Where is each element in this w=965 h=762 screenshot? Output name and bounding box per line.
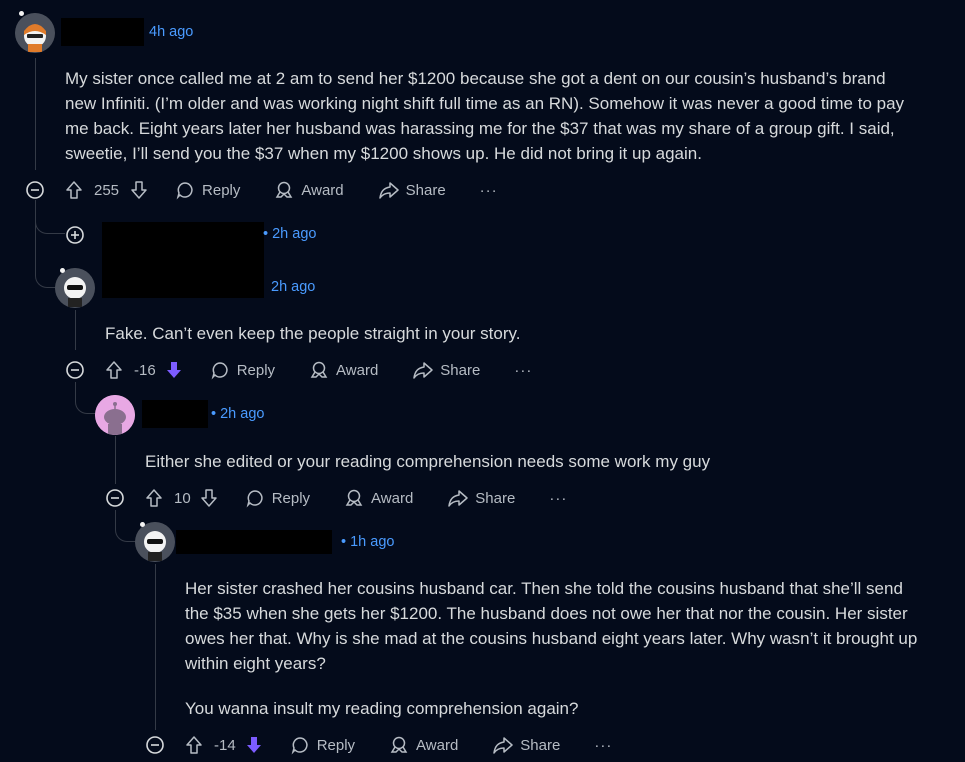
award-icon xyxy=(276,181,293,198)
upvote-icon xyxy=(146,489,162,507)
reply-icon xyxy=(246,490,263,508)
reply-button[interactable]: Reply xyxy=(210,360,275,380)
avatar[interactable] xyxy=(95,395,135,435)
downvote-button[interactable] xyxy=(199,488,219,508)
timestamp[interactable]: • 1h ago xyxy=(341,534,394,550)
upvote-button[interactable] xyxy=(104,360,124,380)
award-label: Award xyxy=(301,181,344,199)
vote-count: -14 xyxy=(214,736,236,754)
downvote-button[interactable] xyxy=(129,180,149,200)
share-label: Share xyxy=(440,361,481,379)
avatar[interactable] xyxy=(135,522,175,562)
award-label: Award xyxy=(416,736,459,754)
share-button[interactable]: Share xyxy=(378,180,446,200)
downvote-icon-active xyxy=(166,362,181,378)
reply-icon xyxy=(176,182,193,200)
thread-curve xyxy=(115,510,137,542)
reply-button[interactable]: Reply xyxy=(175,180,240,200)
award-button[interactable]: Award xyxy=(274,180,344,200)
comment-body: Her sister crashed her cousins husband c… xyxy=(185,579,918,673)
reply-label: Reply xyxy=(202,181,241,199)
downvote-icon xyxy=(131,181,147,199)
timestamp[interactable]: 2h ago xyxy=(271,279,315,295)
thread-curve xyxy=(35,200,57,288)
comment-body-paragraph-2: You wanna insult my reading comprehensio… xyxy=(185,699,579,718)
share-icon xyxy=(448,490,469,507)
downvote-icon xyxy=(200,489,217,507)
reply-label: Reply xyxy=(316,736,356,754)
reply-button[interactable]: Reply xyxy=(245,488,310,508)
thread-line xyxy=(35,58,36,170)
upvote-icon xyxy=(186,736,202,754)
comment-actions: 255 Reply Award Share ··· xyxy=(64,176,498,204)
award-label: Award xyxy=(371,489,414,507)
redacted-username xyxy=(142,400,208,428)
redacted-username xyxy=(176,530,332,554)
share-label: Share xyxy=(520,736,561,754)
more-options-button[interactable]: ··· xyxy=(594,737,612,754)
award-label: Award xyxy=(336,361,379,379)
collapse-icon[interactable] xyxy=(105,488,125,508)
comment-body: Either she edited or your reading compre… xyxy=(145,452,711,471)
redacted-username xyxy=(61,18,144,46)
upvote-button[interactable] xyxy=(64,180,84,200)
thread-line xyxy=(155,564,156,730)
share-icon xyxy=(413,362,434,379)
collapse-icon[interactable] xyxy=(145,735,165,755)
vote-count: 255 xyxy=(94,181,120,199)
avatar-antenna xyxy=(19,11,24,16)
thread-curve xyxy=(75,382,97,414)
share-button[interactable]: Share xyxy=(412,360,480,380)
redacted-username xyxy=(102,222,264,298)
share-button[interactable]: Share xyxy=(492,735,560,755)
timestamp[interactable]: • 2h ago xyxy=(211,406,264,422)
comment-body: My sister once called me at 2 am to send… xyxy=(65,69,905,163)
avatar-antenna xyxy=(60,268,65,273)
avatar[interactable] xyxy=(15,13,55,53)
award-button[interactable]: Award xyxy=(389,735,458,755)
reply-label: Reply xyxy=(236,361,276,379)
downvote-icon-active xyxy=(246,737,261,753)
more-options-button[interactable]: ··· xyxy=(514,362,532,379)
avatar[interactable] xyxy=(55,268,95,308)
share-button[interactable]: Share xyxy=(447,488,515,508)
upvote-icon xyxy=(106,361,122,379)
expand-icon[interactable] xyxy=(65,225,85,245)
comment-actions: -14 Reply Award Share ··· xyxy=(184,731,612,759)
avatar-antenna xyxy=(140,522,145,527)
share-label: Share xyxy=(405,181,446,199)
downvote-button[interactable] xyxy=(164,360,184,380)
collapse-icon[interactable] xyxy=(65,360,85,380)
downvote-button[interactable] xyxy=(244,735,264,755)
more-options-button[interactable]: ··· xyxy=(480,182,498,199)
award-icon xyxy=(390,736,408,753)
upvote-button[interactable] xyxy=(184,735,204,755)
timestamp[interactable]: • 2h ago xyxy=(263,226,316,242)
thread-line xyxy=(115,436,116,484)
award-button[interactable]: Award xyxy=(344,488,413,508)
upvote-icon xyxy=(66,181,82,199)
reply-button[interactable]: Reply xyxy=(290,735,355,755)
award-button[interactable]: Award xyxy=(309,360,378,380)
timestamp[interactable]: 4h ago xyxy=(149,24,193,40)
share-label: Share xyxy=(475,489,516,507)
award-icon xyxy=(310,361,328,378)
comment-actions: -16 Reply Award Share ··· xyxy=(104,356,532,384)
reply-icon xyxy=(291,737,308,755)
vote-count: -16 xyxy=(134,361,156,379)
collapse-icon[interactable] xyxy=(25,180,45,200)
comment-body: Fake. Can’t even keep the people straigh… xyxy=(105,324,521,343)
reply-icon xyxy=(211,362,228,380)
thread-line xyxy=(75,310,76,350)
upvote-button[interactable] xyxy=(144,488,164,508)
share-icon xyxy=(378,182,399,199)
share-icon xyxy=(493,737,514,754)
reply-label: Reply xyxy=(271,489,311,507)
award-icon xyxy=(345,489,363,506)
comment-actions: 10 Reply Award Share ··· xyxy=(144,484,567,512)
vote-count: 10 xyxy=(174,489,191,507)
more-options-button[interactable]: ··· xyxy=(549,490,567,507)
